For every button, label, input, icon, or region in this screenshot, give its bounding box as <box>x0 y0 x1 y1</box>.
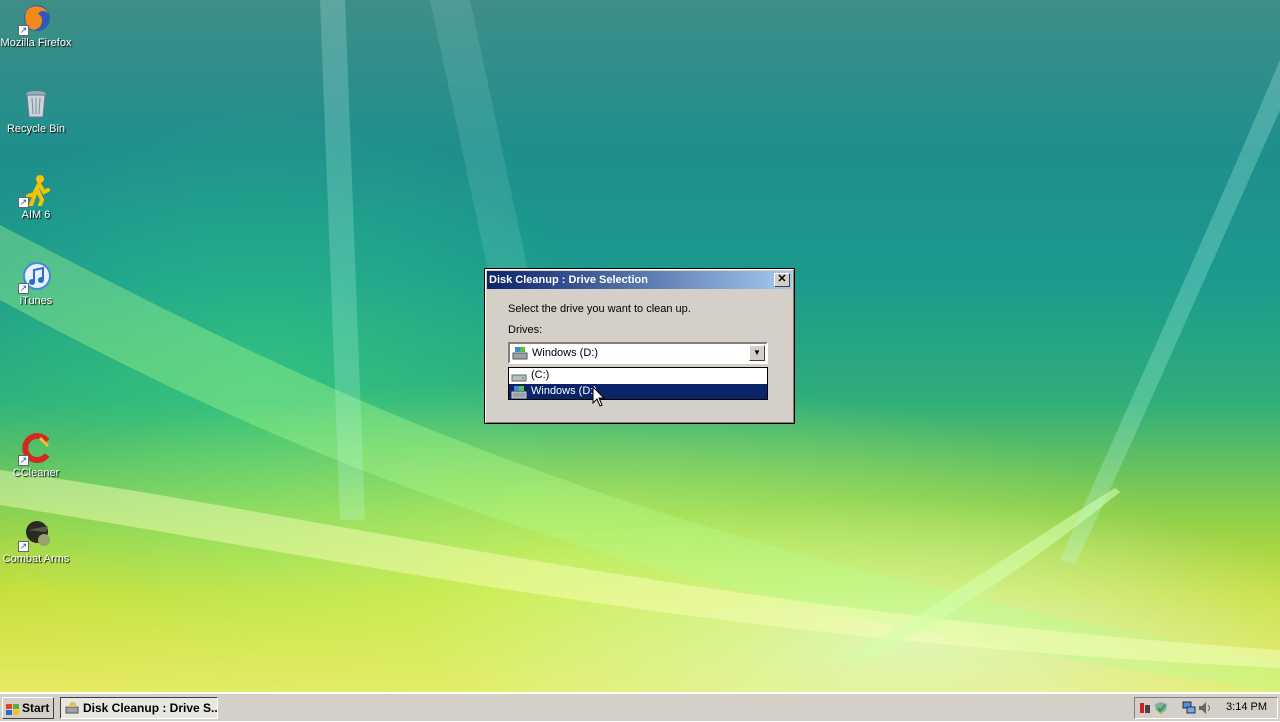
system-tray: 3:14 PM <box>1134 697 1278 719</box>
taskbar-button-label: Disk Cleanup : Drive S... <box>83 701 218 715</box>
aim-icon: ↗ <box>18 174 52 208</box>
windows-logo-icon <box>6 702 19 715</box>
volume-icon[interactable] <box>1198 701 1212 715</box>
instruction-text: Select the drive you want to clean up. <box>508 303 691 315</box>
windows-drive-icon <box>512 346 528 360</box>
recycle-bin-icon <box>20 88 52 120</box>
desktop-icon-label: AIM 6 <box>21 209 51 221</box>
desktop-icon-label: Mozilla Firefox <box>0 37 72 49</box>
desktop-icon-firefox[interactable]: ↗ Mozilla Firefox <box>0 2 72 49</box>
shield-check-icon[interactable] <box>1154 701 1168 715</box>
start-button[interactable]: Start <box>2 697 54 719</box>
taskbar-clock[interactable]: 3:14 PM <box>1226 701 1267 713</box>
windows-drive-icon <box>511 385 527 399</box>
taskbar: Start Disk Cleanup : Drive S... 3:14 PM <box>0 692 1280 721</box>
drive-icon <box>511 369 527 383</box>
dropdown-option-c[interactable]: (C:) <box>509 368 767 383</box>
dropdown-option-label: (C:) <box>531 369 550 381</box>
start-label: Start <box>22 701 50 715</box>
mouse-cursor-icon <box>592 386 606 407</box>
dialog-titlebar[interactable]: Disk Cleanup : Drive Selection ✕ <box>487 271 792 289</box>
firefox-icon: ↗ <box>18 2 52 36</box>
desktop-icon-combat-arms[interactable]: ↗ Combat Arms <box>0 518 72 565</box>
desktop-icon-recycle-bin[interactable]: Recycle Bin <box>0 88 72 135</box>
disk-cleanup-icon <box>65 701 79 714</box>
desktop-icon-label: Recycle Bin <box>6 123 66 135</box>
desktop-icon-aim[interactable]: ↗ AIM 6 <box>0 174 72 221</box>
drives-dropdown-list: (C:) Windows (D:) <box>508 367 768 400</box>
desktop-icon-ccleaner[interactable]: ↗ CCleaner <box>0 432 72 479</box>
drives-combobox[interactable]: Windows (D:) ▼ <box>508 342 768 364</box>
dropdown-option-label: Windows (D:) <box>531 385 598 397</box>
chevron-down-icon: ▼ <box>753 348 761 357</box>
itunes-icon: ↗ <box>18 260 52 294</box>
combobox-dropdown-button[interactable]: ▼ <box>749 345 765 361</box>
close-button[interactable]: ✕ <box>774 273 790 287</box>
network-icon[interactable] <box>1182 701 1196 715</box>
desktop-icon-label: iTunes <box>19 295 53 307</box>
dropdown-option-windows-d[interactable]: Windows (D:) <box>509 384 767 399</box>
desktop-icon-itunes[interactable]: ↗ iTunes <box>0 260 72 307</box>
dialog-title: Disk Cleanup : Drive Selection <box>489 274 648 286</box>
ccleaner-icon: ↗ <box>18 432 52 466</box>
disk-cleanup-dialog: Disk Cleanup : Drive Selection ✕ Select … <box>484 268 795 424</box>
close-icon: ✕ <box>777 273 787 285</box>
desktop-icon-label: Combat Arms <box>2 553 70 565</box>
drives-label: Drives: <box>508 324 543 336</box>
security-icon[interactable] <box>1138 701 1152 715</box>
desktop-icon-label: CCleaner <box>12 467 60 479</box>
taskbar-button-disk-cleanup[interactable]: Disk Cleanup : Drive S... <box>60 697 218 719</box>
selected-drive: Windows (D:) <box>532 347 599 359</box>
combat-arms-icon: ↗ <box>18 518 52 552</box>
